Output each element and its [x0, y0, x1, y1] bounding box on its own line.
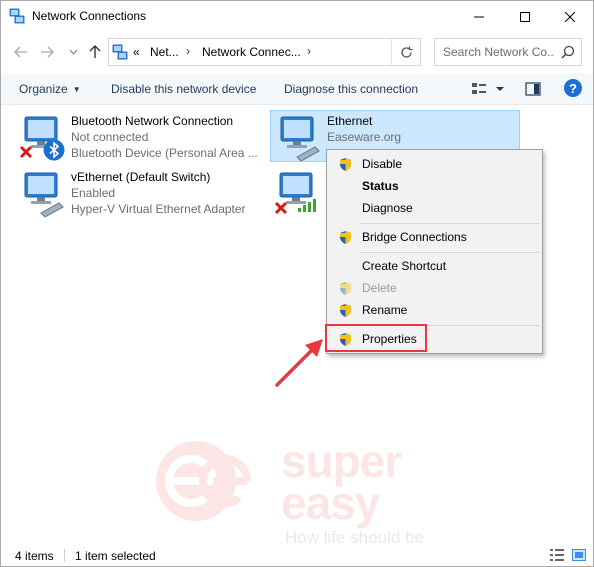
organize-menu-button[interactable]: Organize ▼	[19, 82, 81, 96]
details-view-icon[interactable]	[550, 549, 564, 561]
properties-highlight-box	[325, 324, 427, 352]
menu-item-label: Status	[362, 179, 399, 193]
items-count: 4 items	[15, 549, 54, 563]
menu-item-label: Delete	[362, 281, 397, 295]
change-view-button[interactable]	[471, 81, 507, 97]
forward-button[interactable]	[37, 42, 57, 62]
address-overflow-button[interactable]: «	[133, 45, 140, 59]
connection-status: Easeware.org	[327, 130, 402, 144]
breadcrumb-separator-icon[interactable]: ›	[307, 44, 311, 58]
uac-shield-icon	[340, 158, 351, 171]
connection-status: Not connected	[71, 130, 149, 144]
minimize-icon	[474, 16, 484, 17]
red-pointer-arrow-icon	[275, 339, 323, 387]
up-button[interactable]	[85, 42, 105, 62]
address-segment-network-connections[interactable]: Network Connec...	[202, 45, 301, 59]
network-connections-icon	[9, 8, 25, 24]
minimize-button[interactable]	[456, 1, 502, 32]
close-button[interactable]	[547, 1, 593, 32]
forward-arrow-icon	[41, 46, 54, 58]
connection-bluetooth[interactable]: Bluetooth Network Connection Not connect…	[15, 111, 260, 163]
close-icon	[565, 11, 575, 22]
view-options-icon	[472, 83, 504, 94]
disable-device-button[interactable]: Disable this network device	[111, 82, 256, 96]
address-segment-network[interactable]: Net...	[150, 45, 179, 59]
window-title: Network Connections	[32, 9, 147, 23]
search-box[interactable]: Search Network Co...	[434, 38, 582, 66]
uac-shield-icon	[340, 231, 351, 244]
help-button[interactable]: ?	[564, 79, 582, 97]
connection-name: vEthernet (Default Switch)	[71, 170, 211, 184]
super-easy-logo-icon	[156, 441, 251, 521]
status-bar: 4 items 1 item selected	[1, 544, 593, 566]
search-input[interactable]: Search Network Co...	[443, 45, 555, 59]
connection-wifi[interactable]	[270, 167, 326, 219]
connection-name: Ethernet	[327, 114, 373, 128]
menu-item-delete: Delete	[329, 277, 540, 299]
connection-device: Hyper-V Virtual Ethernet Adapter	[71, 202, 246, 216]
status-separator	[64, 549, 65, 562]
preview-pane-icon	[525, 82, 541, 96]
address-bar[interactable]: « Net... › Network Connec... ›	[108, 38, 421, 66]
menu-item-bridge-connections[interactable]: Bridge Connections	[329, 226, 540, 248]
menu-item-label: Rename	[362, 303, 408, 317]
super-easy-watermark: super easy How life should be	[151, 435, 451, 556]
menu-item-create-shortcut[interactable]: Create Shortcut	[329, 255, 540, 277]
large-icons-view-icon[interactable]	[572, 549, 586, 561]
ethernet-adapter-icon	[280, 116, 320, 161]
connection-name: Bluetooth Network Connection	[71, 114, 234, 128]
back-button[interactable]	[11, 42, 31, 62]
maximize-button[interactable]	[502, 1, 548, 32]
network-connections-window: Network Connections « Net... › Network C…	[0, 0, 594, 567]
watermark-line2: easy	[281, 477, 380, 529]
network-connections-icon	[112, 44, 128, 60]
preview-pane-button[interactable]	[525, 81, 541, 97]
selected-count: 1 item selected	[75, 549, 156, 563]
maximize-icon	[520, 11, 530, 22]
refresh-button[interactable]	[391, 39, 421, 65]
bluetooth-icon	[43, 139, 65, 161]
uac-shield-icon	[340, 282, 351, 295]
menu-item-diagnose[interactable]: Diagnose	[329, 197, 540, 219]
red-x-icon	[19, 145, 33, 159]
menu-item-disable[interactable]: Disable	[329, 153, 540, 175]
menu-separator	[360, 223, 540, 224]
breadcrumb-separator-icon[interactable]: ›	[186, 44, 190, 58]
organize-label: Organize	[19, 82, 68, 96]
title-bar: Network Connections	[1, 1, 593, 32]
ethernet-adapter-icon	[24, 172, 64, 217]
command-bar: Organize ▼ Disable this network device Di…	[1, 73, 593, 105]
menu-item-label: Bridge Connections	[362, 230, 467, 244]
red-x-icon	[274, 201, 288, 215]
refresh-icon	[401, 46, 413, 58]
menu-item-status[interactable]: Status	[329, 175, 540, 197]
recent-locations-button[interactable]	[63, 42, 83, 62]
navigation-bar: « Net... › Network Connec... › Search Ne…	[1, 32, 593, 72]
up-arrow-icon	[89, 45, 101, 58]
chevron-down-icon	[69, 49, 77, 55]
dropdown-caret-icon: ▼	[72, 85, 81, 94]
signal-bars-icon	[298, 199, 316, 212]
connection-status: Enabled	[71, 186, 116, 200]
back-arrow-icon	[14, 46, 27, 58]
menu-item-label: Create Shortcut	[362, 259, 447, 273]
uac-shield-icon	[340, 304, 351, 317]
menu-item-label: Disable	[362, 157, 403, 171]
diagnose-connection-button[interactable]: Diagnose this connection	[284, 82, 418, 96]
menu-item-label: Diagnose	[362, 201, 413, 215]
connection-vethernet[interactable]: vEthernet (Default Switch) Enabled Hyper…	[15, 167, 260, 219]
menu-separator	[360, 252, 540, 253]
connection-device: Bluetooth Device (Personal Area ...	[71, 146, 258, 160]
menu-item-rename[interactable]: Rename	[329, 299, 540, 321]
search-icon[interactable]	[561, 45, 575, 59]
